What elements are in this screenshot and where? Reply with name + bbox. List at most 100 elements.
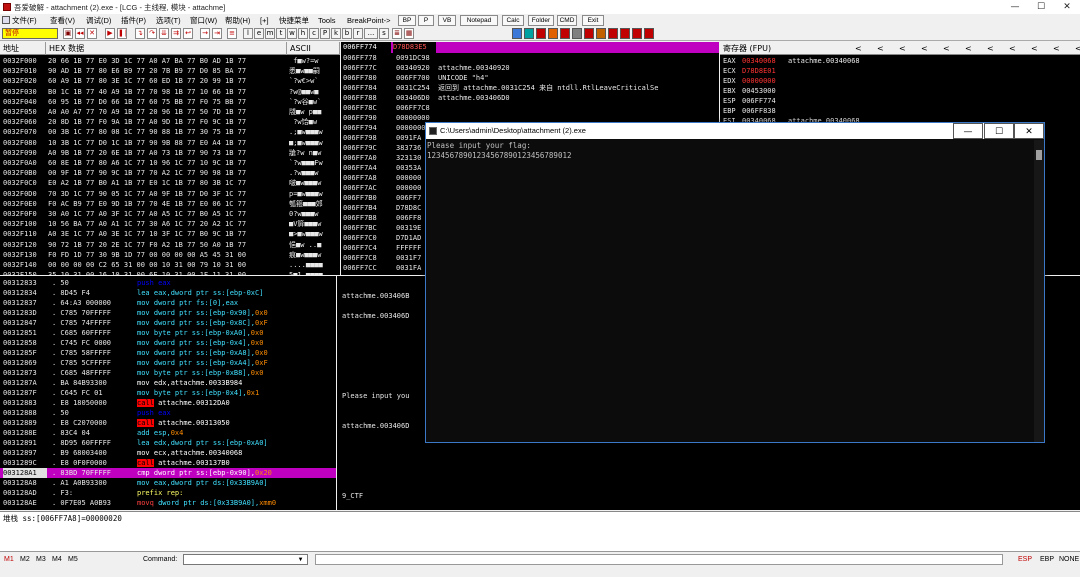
plugin-icon-1[interactable] [512,28,522,39]
notepad-button[interactable]: Notepad [460,15,498,26]
dump-row[interactable]: 0032F060 20 8D 1B 77 F0 9A 1B 77 A0 9D 1B… [0,117,340,127]
dump-row[interactable]: 0032F0F0 30 A0 1C 77 A0 3F 1C 77 A0 A5 1C… [0,209,340,219]
plugin-icon-4[interactable] [548,28,558,39]
console-output[interactable]: Please input your flag: 1234567890123456… [427,140,1033,442]
toolbar-run-trace[interactable]: ... [364,28,378,39]
exit-button[interactable]: Exit [582,15,604,26]
dump-row[interactable]: 0032F0D0 70 3D 1C 77 90 05 1C 77 A0 9F 1B… [0,189,340,199]
disasm-row[interactable]: 00312834 . 8D45 F4 lea eax,dword ptr ss:[e… [0,288,336,298]
toolbar-log-window[interactable]: l [243,28,253,39]
plugin-icon-12[interactable] [644,28,654,39]
disasm-row[interactable]: 00312883 . E8 18050000 call attachme.00312… [0,398,336,408]
dump-row[interactable]: 0032F040 60 95 1B 77 D0 66 1B 77 60 75 BB… [0,97,340,107]
minimize-icon[interactable]: — [1002,0,1028,14]
menu-options[interactable]: 选项(T) [156,15,181,26]
dump-row[interactable]: 0032F080 10 3B 1C 77 D0 1C 1B 77 90 9B 88… [0,138,340,148]
run-icon[interactable]: ▶ [105,28,115,39]
dump-row[interactable]: 0032F100 10 56 BA 77 A0 A1 1C 77 30 A6 1C… [0,219,340,229]
dump-row[interactable]: 0032F030 B0 1C 1B 77 40 A9 1B 77 70 98 1B… [0,87,340,97]
toolbar-breakpoints[interactable]: b [342,28,352,39]
toolbar-modules[interactable]: e [254,28,264,39]
marker-m5[interactable]: M5 [68,556,78,563]
maximize-icon[interactable]: ☐ [1028,0,1054,14]
marker-m1[interactable]: M1 [4,556,14,563]
menu-tools[interactable]: Tools [318,15,336,26]
register-arrow-icon[interactable]: < [965,42,972,55]
console-window[interactable]: C:\Users\admin\Desktop\attachment (2).ex… [425,122,1045,443]
register-arrow-icon[interactable]: < [855,42,862,55]
disasm-row[interactable]: 003128AD . F3: prefix rep: [0,488,336,498]
disasm-row[interactable]: 00312891 . 8D95 60FFFFF lea edx,dword ptr … [0,438,336,448]
menu-plugins[interactable]: 插件(P) [121,15,146,26]
disasm-row[interactable]: 00312869 . C785 5CFFFFF mov dword ptr ss:[… [0,358,336,368]
toolbar-list-icon[interactable]: ≣ [392,28,402,39]
disasm-row[interactable]: 00312833 . 50 push eax [0,278,336,288]
register-arrow-icon[interactable]: < [943,42,950,55]
dump-row[interactable]: 0032F130 F0 FD 1D 77 30 9B 1D 77 00 00 00… [0,250,340,260]
plugin-icon-10[interactable] [620,28,630,39]
toolbar-grid-icon[interactable]: ▦ [404,28,414,39]
dump-row[interactable]: 0032F000 20 66 1B 77 E0 3D 1C 77 A0 A7 BA… [0,56,340,66]
disasm-row[interactable]: 0031287F . C645 FC 01 mov byte ptr ss:[ebp… [0,388,336,398]
menu-window[interactable]: 窗口(W) [190,15,217,26]
toolbar-call-stack[interactable]: k [331,28,341,39]
console-maximize-icon[interactable]: ☐ [984,123,1014,139]
execute-till-return-icon[interactable]: ↩ [183,28,193,39]
menu-shortcut[interactable]: 快捷菜单 [279,15,309,26]
register-row[interactable]: EAX 00340068 attachme.00340068 [720,56,1080,66]
toolbar-threads[interactable]: t [276,28,286,39]
register-arrow-icon[interactable]: < [1075,42,1080,55]
rewind-icon[interactable]: ◂◂ [75,28,85,39]
disasm-row[interactable]: 0031287A . BA 84B93300 mov edx,attachme.00… [0,378,336,388]
dump-row[interactable]: 0032F0E0 F0 AC B9 77 E0 9D 1B 77 70 4E 1B… [0,199,340,209]
register-row[interactable]: EBP 006FF838 [720,106,1080,116]
plugin-icon-11[interactable] [632,28,642,39]
plugin-icon-6[interactable] [572,28,582,39]
plugin-icon-7[interactable] [584,28,594,39]
step-over-icon[interactable]: ↷ [147,28,157,39]
console-close-icon[interactable]: ✕ [1014,123,1044,139]
menu-file[interactable]: 文件(F) [12,15,37,26]
disasm-row[interactable]: 00312888 . 50 push eax [0,408,336,418]
disassembly-pane[interactable]: 00312833 . 50 push eax 00312834 . 8D45 F4 lea… [0,276,336,510]
cmd-button[interactable]: CMD [557,15,577,26]
disasm-row[interactable]: 003128AE . 0F7E05 A0B93 movq dword ptr ds:… [0,498,336,508]
animate-icon[interactable]: ≡ [227,28,237,39]
disasm-row[interactable]: 00312858 . C745 FC 0000 mov dword ptr ss:[… [0,338,336,348]
stack-row[interactable]: 006FF788 003406D0 attachme.003406D0 [341,93,719,103]
open-icon[interactable]: ▣ [63,28,73,39]
step-into-icon[interactable]: ↴ [135,28,145,39]
hex-dump-pane[interactable]: 地址 HEX 数据 ASCII 0032F000 20 66 1B 77 E0 3… [0,42,340,275]
register-arrow-icon[interactable]: < [1053,42,1060,55]
flag-none[interactable]: NONE [1059,556,1079,563]
dump-row[interactable]: 0032F070 00 3B 1C 77 80 08 1C 77 90 88 1B… [0,127,340,137]
dump-header-hex[interactable]: HEX 数据 [46,42,287,55]
console-title-bar[interactable]: C:\Users\admin\Desktop\attachment (2).ex… [426,123,1044,139]
disasm-row[interactable]: 00312851 . C685 60FFFFF mov byte ptr ss:[e… [0,328,336,338]
dump-row[interactable]: 0032F0A0 60 8E 1B 77 80 A6 1C 77 10 96 1C… [0,158,340,168]
dump-row[interactable]: 0032F150 35 10 31 00 16 10 31 00 6E 10 31… [0,270,340,275]
register-arrow-icon[interactable]: < [899,42,906,55]
disasm-selected-row[interactable]: 003128A1 . 83BD 70FFFFF cmp dword ptr ss:[… [0,468,336,478]
menu-view[interactable]: 查看(V) [50,15,75,26]
register-row[interactable]: EBX 00453000 [720,86,1080,96]
close-program-icon[interactable]: ✕ [87,28,97,39]
plugin-icon-5[interactable] [560,28,570,39]
dump-row[interactable]: 0032F020 60 A9 1B 77 80 3E 1C 77 60 ED 1B… [0,76,340,86]
marker-m3[interactable]: M3 [36,556,46,563]
go-to-icon[interactable]: → [200,28,210,39]
marker-m4[interactable]: M4 [52,556,62,563]
toolbar-references[interactable]: r [353,28,363,39]
dump-row[interactable]: 0032F120 90 72 1B 77 20 2E 1C 77 F0 A2 1B… [0,240,340,250]
disasm-row[interactable]: 00312837 . 64:A3 000000 mov dword ptr fs:[… [0,298,336,308]
folder-button[interactable]: Folder [528,15,554,26]
marker-m2[interactable]: M2 [20,556,30,563]
close-icon[interactable]: ✕ [1054,0,1080,14]
stack-row[interactable]: 006FF778 0091DC98 [341,53,719,63]
plugin-icon-9[interactable] [608,28,618,39]
register-arrow-icon[interactable]: < [877,42,884,55]
register-arrow-icon[interactable]: < [1009,42,1016,55]
vb-button[interactable]: VB [438,15,456,26]
disasm-row[interactable]: 0031289C . E8 0F0F0000 call attachme.00313… [0,458,336,468]
stack-row[interactable]: 006FF77C 00340920 attachme.00340920 [341,63,719,73]
